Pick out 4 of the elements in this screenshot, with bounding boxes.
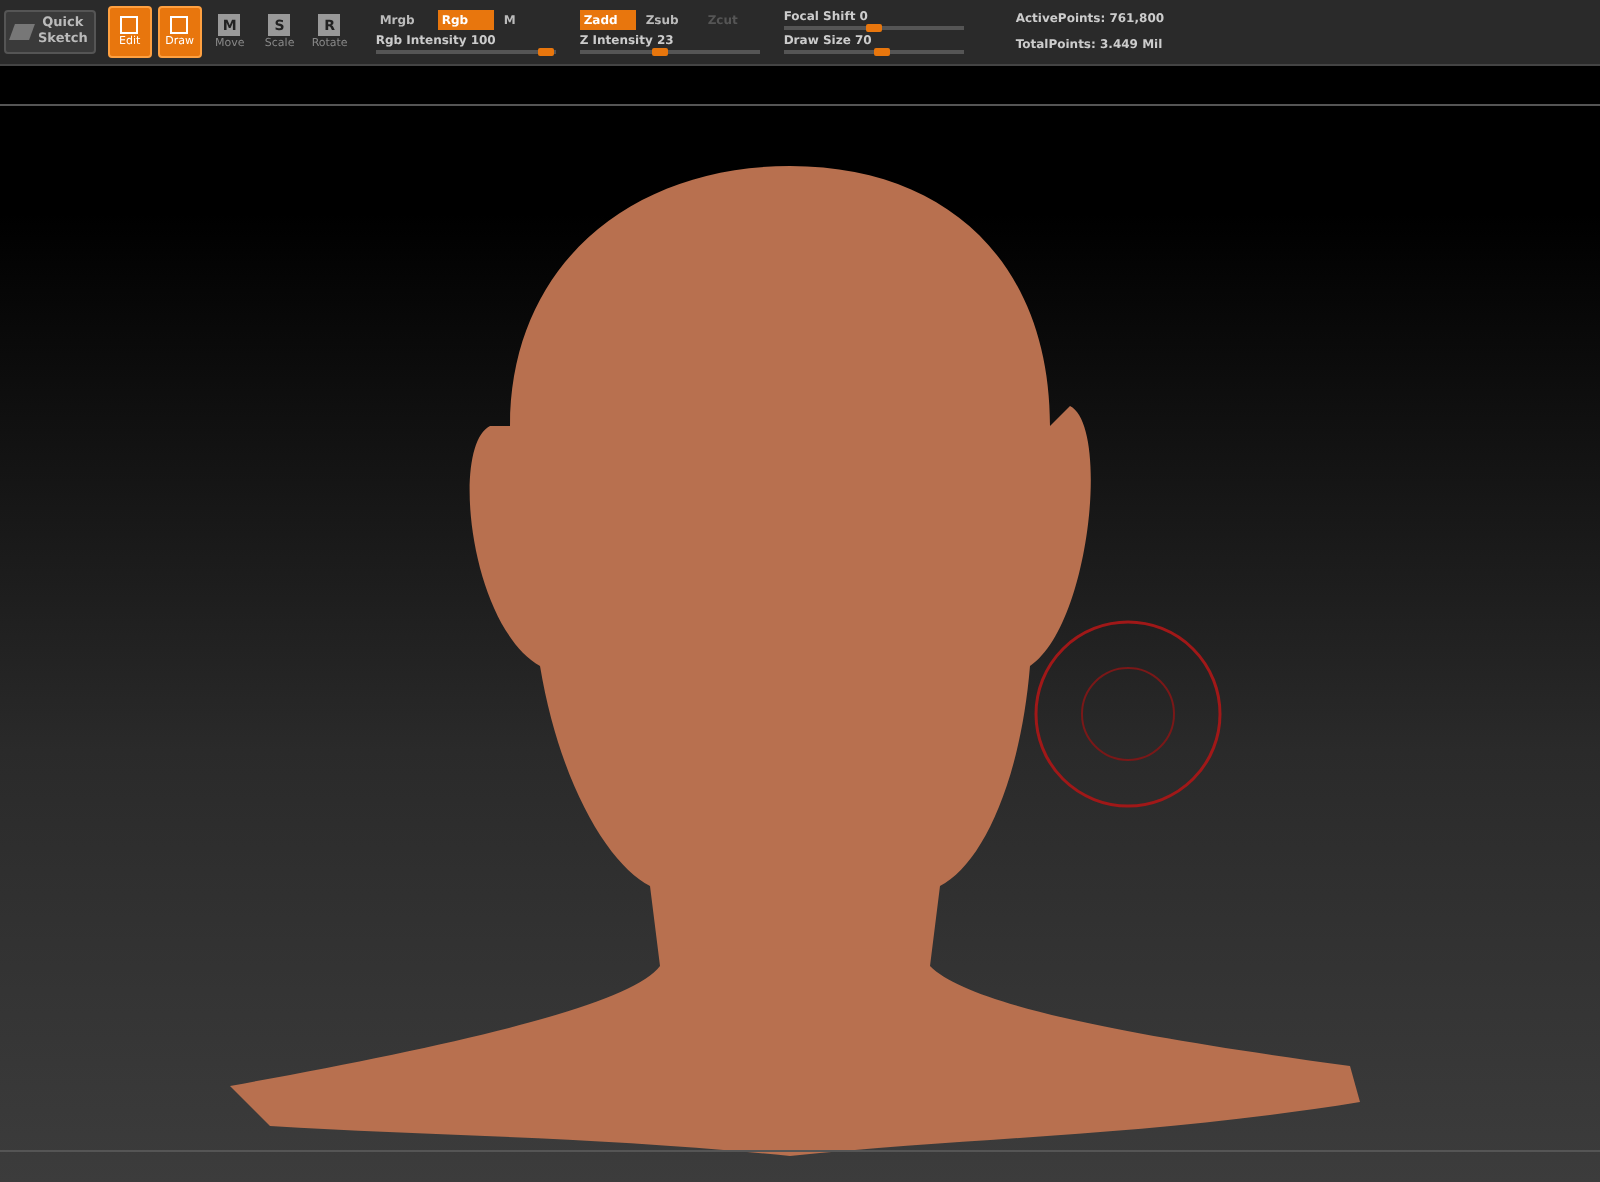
slider-thumb[interactable] xyxy=(538,48,555,56)
slider-thumb[interactable] xyxy=(874,48,891,56)
slider-thumb[interactable] xyxy=(865,24,882,32)
slider-thumb[interactable] xyxy=(652,48,669,56)
